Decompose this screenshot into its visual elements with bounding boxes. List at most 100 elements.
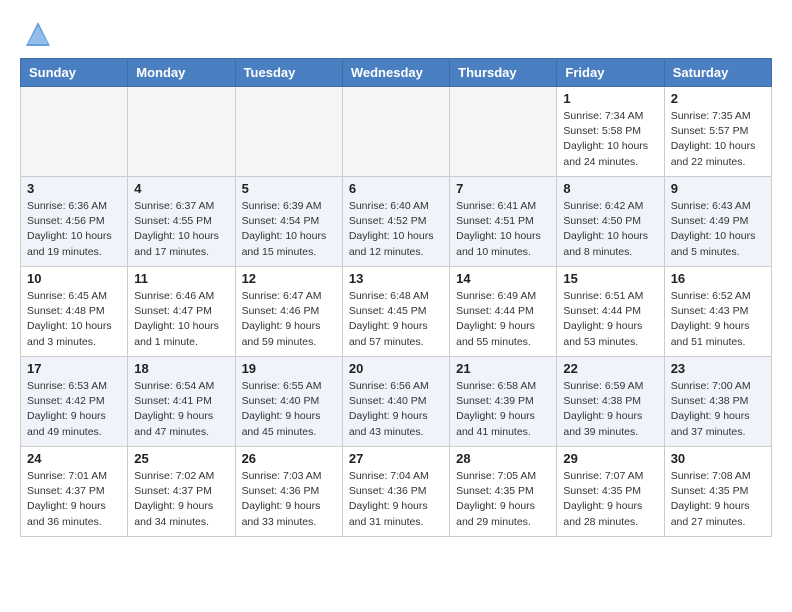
calendar-day-cell: 2 Sunrise: 7:35 AMSunset: 5:57 PMDaylight… <box>664 87 771 177</box>
day-number: 23 <box>671 361 765 376</box>
day-info: Sunrise: 6:46 AMSunset: 4:47 PMDaylight:… <box>134 289 228 350</box>
logo-icon <box>24 20 52 48</box>
calendar-day-cell: 26 Sunrise: 7:03 AMSunset: 4:36 PMDayligh… <box>235 447 342 537</box>
calendar-day-cell: 17Sunrise: 6:53 AMSunset: 4:42 PMDayligh… <box>21 357 128 447</box>
day-info: Sunrise: 6:43 AMSunset: 4:49 PMDaylight:… <box>671 199 765 260</box>
calendar-day-cell: 3 Sunrise: 6:36 AMSunset: 4:56 PMDaylight… <box>21 177 128 267</box>
day-number: 15 <box>563 271 657 286</box>
day-number: 18 <box>134 361 228 376</box>
calendar-week-row: 17Sunrise: 6:53 AMSunset: 4:42 PMDayligh… <box>21 357 772 447</box>
day-number: 3 <box>27 181 121 196</box>
calendar-day-cell <box>235 87 342 177</box>
day-info: Sunrise: 6:42 AMSunset: 4:50 PMDaylight:… <box>563 199 657 260</box>
calendar-week-row: 3 Sunrise: 6:36 AMSunset: 4:56 PMDaylight… <box>21 177 772 267</box>
day-number: 27 <box>349 451 443 466</box>
day-number: 21 <box>456 361 550 376</box>
day-number: 16 <box>671 271 765 286</box>
calendar-week-row: 10 Sunrise: 6:45 AMSunset: 4:48 PMDayligh… <box>21 267 772 357</box>
day-info: Sunrise: 7:35 AMSunset: 5:57 PMDaylight:… <box>671 109 765 170</box>
day-number: 19 <box>242 361 336 376</box>
day-info: Sunrise: 7:07 AMSunset: 4:35 PMDaylight:… <box>563 469 657 530</box>
calendar-day-cell: 10 Sunrise: 6:45 AMSunset: 4:48 PMDayligh… <box>21 267 128 357</box>
calendar-day-cell: 5 Sunrise: 6:39 AMSunset: 4:54 PMDaylight… <box>235 177 342 267</box>
day-number: 28 <box>456 451 550 466</box>
day-info: Sunrise: 7:03 AMSunset: 4:36 PMDaylight:… <box>242 469 336 530</box>
day-number: 1 <box>563 91 657 106</box>
calendar-day-cell: 13 Sunrise: 6:48 AMSunset: 4:45 PMDayligh… <box>342 267 449 357</box>
day-number: 29 <box>563 451 657 466</box>
calendar-day-cell: 9Sunrise: 6:43 AMSunset: 4:49 PMDaylight… <box>664 177 771 267</box>
day-info: Sunrise: 7:01 AMSunset: 4:37 PMDaylight:… <box>27 469 121 530</box>
calendar-day-cell: 7Sunrise: 6:41 AMSunset: 4:51 PMDaylight… <box>450 177 557 267</box>
day-number: 4 <box>134 181 228 196</box>
day-number: 30 <box>671 451 765 466</box>
weekday-header-row: SundayMondayTuesdayWednesdayThursdayFrid… <box>21 59 772 87</box>
calendar-day-cell: 12Sunrise: 6:47 AMSunset: 4:46 PMDayligh… <box>235 267 342 357</box>
day-info: Sunrise: 7:02 AMSunset: 4:37 PMDaylight:… <box>134 469 228 530</box>
calendar-day-cell <box>21 87 128 177</box>
day-info: Sunrise: 6:52 AMSunset: 4:43 PMDaylight:… <box>671 289 765 350</box>
calendar-day-cell: 6 Sunrise: 6:40 AMSunset: 4:52 PMDaylight… <box>342 177 449 267</box>
day-number: 7 <box>456 181 550 196</box>
day-info: Sunrise: 6:56 AMSunset: 4:40 PMDaylight:… <box>349 379 443 440</box>
day-info: Sunrise: 6:45 AMSunset: 4:48 PMDaylight:… <box>27 289 121 350</box>
day-info: Sunrise: 6:51 AMSunset: 4:44 PMDaylight:… <box>563 289 657 350</box>
calendar-day-cell: 18 Sunrise: 6:54 AMSunset: 4:41 PMDayligh… <box>128 357 235 447</box>
calendar-table: SundayMondayTuesdayWednesdayThursdayFrid… <box>20 58 772 537</box>
calendar-day-cell: 19Sunrise: 6:55 AMSunset: 4:40 PMDayligh… <box>235 357 342 447</box>
calendar-day-cell: 4Sunrise: 6:37 AMSunset: 4:55 PMDaylight… <box>128 177 235 267</box>
day-number: 6 <box>349 181 443 196</box>
day-info: Sunrise: 6:40 AMSunset: 4:52 PMDaylight:… <box>349 199 443 260</box>
calendar-day-cell: 11 Sunrise: 6:46 AMSunset: 4:47 PMDayligh… <box>128 267 235 357</box>
day-info: Sunrise: 6:39 AMSunset: 4:54 PMDaylight:… <box>242 199 336 260</box>
calendar-day-cell: 27 Sunrise: 7:04 AMSunset: 4:36 PMDayligh… <box>342 447 449 537</box>
day-info: Sunrise: 6:48 AMSunset: 4:45 PMDaylight:… <box>349 289 443 350</box>
day-info: Sunrise: 7:05 AMSunset: 4:35 PMDaylight:… <box>456 469 550 530</box>
day-number: 5 <box>242 181 336 196</box>
day-number: 11 <box>134 271 228 286</box>
calendar-day-cell: 1 Sunrise: 7:34 AMSunset: 5:58 PMDaylight… <box>557 87 664 177</box>
day-info: Sunrise: 7:34 AMSunset: 5:58 PMDaylight:… <box>563 109 657 170</box>
day-info: Sunrise: 7:04 AMSunset: 4:36 PMDaylight:… <box>349 469 443 530</box>
day-number: 13 <box>349 271 443 286</box>
calendar-page: SundayMondayTuesdayWednesdayThursdayFrid… <box>0 0 792 557</box>
calendar-day-cell: 16 Sunrise: 6:52 AMSunset: 4:43 PMDayligh… <box>664 267 771 357</box>
calendar-day-cell: 25 Sunrise: 7:02 AMSunset: 4:37 PMDayligh… <box>128 447 235 537</box>
day-info: Sunrise: 6:49 AMSunset: 4:44 PMDaylight:… <box>456 289 550 350</box>
day-number: 14 <box>456 271 550 286</box>
day-number: 26 <box>242 451 336 466</box>
weekday-header-thursday: Thursday <box>450 59 557 87</box>
weekday-header-saturday: Saturday <box>664 59 771 87</box>
day-info: Sunrise: 6:54 AMSunset: 4:41 PMDaylight:… <box>134 379 228 440</box>
calendar-day-cell <box>128 87 235 177</box>
calendar-day-cell <box>450 87 557 177</box>
day-number: 24 <box>27 451 121 466</box>
day-number: 17 <box>27 361 121 376</box>
day-number: 2 <box>671 91 765 106</box>
day-info: Sunrise: 6:47 AMSunset: 4:46 PMDaylight:… <box>242 289 336 350</box>
calendar-day-cell: 21 Sunrise: 6:58 AMSunset: 4:39 PMDayligh… <box>450 357 557 447</box>
calendar-day-cell: 8 Sunrise: 6:42 AMSunset: 4:50 PMDaylight… <box>557 177 664 267</box>
calendar-week-row: 24 Sunrise: 7:01 AMSunset: 4:37 PMDayligh… <box>21 447 772 537</box>
calendar-day-cell: 14 Sunrise: 6:49 AMSunset: 4:44 PMDayligh… <box>450 267 557 357</box>
calendar-day-cell: 28 Sunrise: 7:05 AMSunset: 4:35 PMDayligh… <box>450 447 557 537</box>
day-info: Sunrise: 6:36 AMSunset: 4:56 PMDaylight:… <box>27 199 121 260</box>
logo <box>20 20 52 48</box>
day-info: Sunrise: 6:59 AMSunset: 4:38 PMDaylight:… <box>563 379 657 440</box>
calendar-day-cell: 23Sunrise: 7:00 AMSunset: 4:38 PMDayligh… <box>664 357 771 447</box>
day-number: 8 <box>563 181 657 196</box>
day-info: Sunrise: 7:08 AMSunset: 4:35 PMDaylight:… <box>671 469 765 530</box>
calendar-day-cell: 24 Sunrise: 7:01 AMSunset: 4:37 PMDayligh… <box>21 447 128 537</box>
calendar-day-cell: 15 Sunrise: 6:51 AMSunset: 4:44 PMDayligh… <box>557 267 664 357</box>
day-number: 25 <box>134 451 228 466</box>
day-info: Sunrise: 6:58 AMSunset: 4:39 PMDaylight:… <box>456 379 550 440</box>
calendar-day-cell: 20 Sunrise: 6:56 AMSunset: 4:40 PMDayligh… <box>342 357 449 447</box>
day-number: 22 <box>563 361 657 376</box>
header-area <box>20 20 772 48</box>
day-number: 20 <box>349 361 443 376</box>
weekday-header-monday: Monday <box>128 59 235 87</box>
weekday-header-sunday: Sunday <box>21 59 128 87</box>
calendar-day-cell: 30 Sunrise: 7:08 AMSunset: 4:35 PMDayligh… <box>664 447 771 537</box>
day-number: 10 <box>27 271 121 286</box>
weekday-header-wednesday: Wednesday <box>342 59 449 87</box>
